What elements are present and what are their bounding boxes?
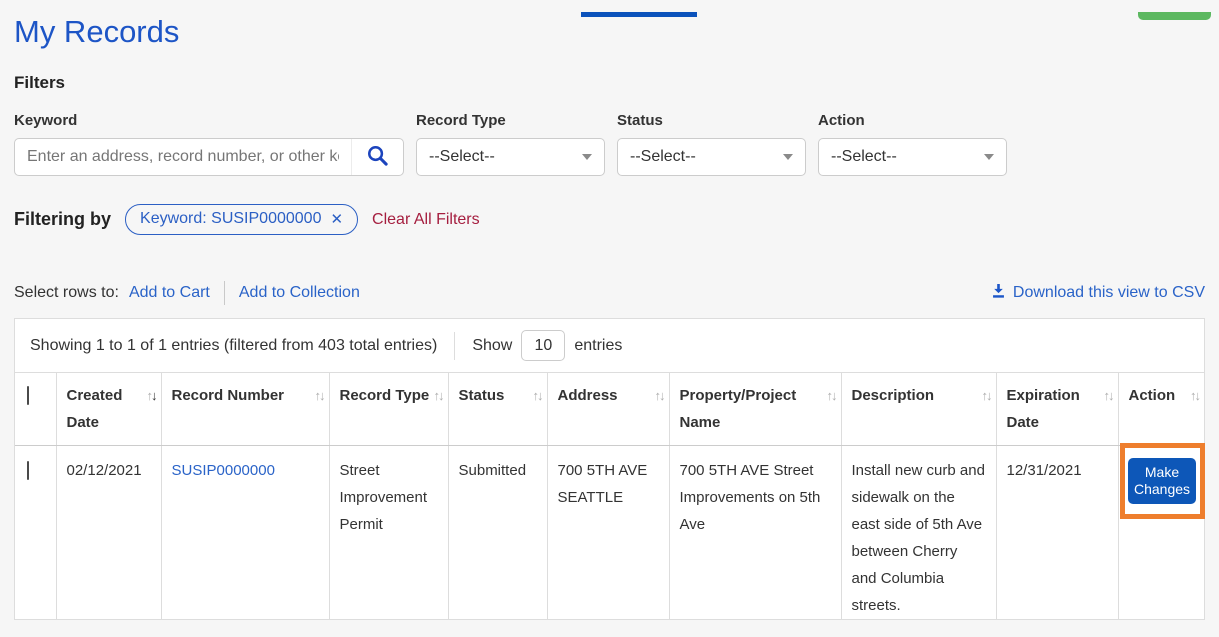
chevron-down-icon: [783, 154, 793, 160]
status-label: Status: [617, 112, 806, 129]
vertical-divider: [454, 332, 455, 360]
sort-icon[interactable]: ↑↓: [655, 382, 664, 409]
bulk-actions-row: Select rows to: Add to Cart Add to Colle…: [14, 281, 1205, 305]
download-csv-link[interactable]: Download this view to CSV: [991, 283, 1205, 304]
column-header-description[interactable]: Description ↑↓: [841, 373, 996, 445]
table-header-row: Created Date ↑↓ Record Number ↑↓ Record …: [15, 373, 1204, 445]
download-icon: [991, 283, 1006, 304]
column-header-created-date[interactable]: Created Date ↑↓: [56, 373, 161, 445]
close-icon[interactable]: ✕: [330, 212, 343, 227]
record-type-label: Record Type: [416, 112, 605, 129]
filter-controls-row: Keyword Record Type --Select--: [14, 112, 1205, 176]
vertical-divider: [224, 281, 225, 305]
cell-status: Submitted: [448, 445, 547, 619]
search-button[interactable]: [351, 139, 403, 175]
top-right-button-partial[interactable]: [1138, 12, 1211, 20]
page-size-input[interactable]: [521, 330, 565, 361]
select-all-checkbox[interactable]: [27, 386, 29, 405]
entries-label: entries: [574, 337, 622, 355]
sort-icon[interactable]: ↑↓: [315, 382, 324, 409]
search-icon: [366, 144, 389, 170]
keyword-search-box: [14, 138, 404, 176]
sort-icon[interactable]: ↑↓: [434, 382, 443, 409]
select-rows-label: Select rows to:: [14, 284, 119, 302]
sort-icon[interactable]: ↑↓: [533, 382, 542, 409]
status-select-value: --Select--: [630, 148, 696, 166]
download-csv-label: Download this view to CSV: [1013, 284, 1205, 302]
record-type-select[interactable]: --Select--: [416, 138, 605, 176]
cell-record-type: Street Improvement Permit: [329, 445, 448, 619]
record-type-select-value: --Select--: [429, 148, 495, 166]
column-header-record-type[interactable]: Record Type ↑↓: [329, 373, 448, 445]
status-select[interactable]: --Select--: [617, 138, 806, 176]
active-tab-indicator[interactable]: [581, 12, 697, 17]
record-number-link[interactable]: SUSIP0000000: [172, 462, 275, 479]
add-to-collection-link[interactable]: Add to Collection: [239, 284, 360, 302]
action-select-value: --Select--: [831, 148, 897, 166]
keyword-filter-chip[interactable]: Keyword: SUSIP0000000 ✕: [125, 204, 358, 235]
cell-address: 700 5TH AVE SEATTLE: [547, 445, 669, 619]
column-header-address[interactable]: Address ↑↓: [547, 373, 669, 445]
active-filters-row: Filtering by Keyword: SUSIP0000000 ✕ Cle…: [14, 204, 1205, 235]
highlight-annotation: Make Changes: [1120, 443, 1205, 519]
chevron-down-icon: [582, 154, 592, 160]
main-content: My Records Filters Keyword Record Type: [0, 12, 1219, 620]
sort-icon[interactable]: ↑↓: [1104, 382, 1113, 409]
sort-icon[interactable]: ↑↓: [147, 382, 156, 409]
table-row: 02/12/2021 SUSIP0000000 Street Improveme…: [15, 445, 1204, 619]
cell-created-date: 02/12/2021: [56, 445, 161, 619]
sort-icon[interactable]: ↑↓: [827, 382, 836, 409]
filter-chip-text: Keyword: SUSIP0000000: [140, 210, 321, 228]
filtering-by-label: Filtering by: [14, 209, 111, 230]
column-header-record-number[interactable]: Record Number ↑↓: [161, 373, 329, 445]
cell-action: Make Changes: [1118, 445, 1204, 619]
clear-all-filters-link[interactable]: Clear All Filters: [372, 211, 480, 229]
sort-icon[interactable]: ↑↓: [982, 382, 991, 409]
cell-description: Install new curb and sidewalk on the eas…: [841, 445, 996, 619]
page-title: My Records: [14, 12, 1205, 52]
table-info-bar: Showing 1 to 1 of 1 entries (filtered fr…: [15, 319, 1204, 373]
column-header-status[interactable]: Status ↑↓: [448, 373, 547, 445]
action-select[interactable]: --Select--: [818, 138, 1007, 176]
cell-property-name: 700 5TH AVE Street Improvements on 5th A…: [669, 445, 841, 619]
page-size-control: Show entries: [472, 330, 622, 361]
records-table: Created Date ↑↓ Record Number ↑↓ Record …: [15, 373, 1204, 619]
chevron-down-icon: [984, 154, 994, 160]
cell-expiration-date: 12/31/2021: [996, 445, 1118, 619]
records-table-container: Showing 1 to 1 of 1 entries (filtered fr…: [14, 318, 1205, 620]
status-filter-group: Status --Select--: [617, 112, 806, 176]
keyword-label: Keyword: [14, 112, 404, 129]
filters-heading: Filters: [14, 73, 1205, 93]
keyword-input[interactable]: [15, 139, 351, 175]
column-header-property-name[interactable]: Property/Project Name ↑↓: [669, 373, 841, 445]
show-label: Show: [472, 337, 512, 355]
row-checkbox[interactable]: [27, 461, 29, 480]
keyword-filter-group: Keyword: [14, 112, 404, 176]
sort-icon[interactable]: ↑↓: [1190, 382, 1199, 409]
action-label: Action: [818, 112, 1007, 129]
bulk-action-links: Select rows to: Add to Cart Add to Colle…: [14, 281, 360, 305]
showing-entries-text: Showing 1 to 1 of 1 entries (filtered fr…: [30, 337, 437, 355]
add-to-cart-link[interactable]: Add to Cart: [129, 284, 210, 302]
column-header-action[interactable]: Action ↑↓: [1118, 373, 1204, 445]
column-header-expiration-date[interactable]: Expiration Date ↑↓: [996, 373, 1118, 445]
action-filter-group: Action --Select--: [818, 112, 1007, 176]
make-changes-button[interactable]: Make Changes: [1128, 458, 1196, 504]
record-type-filter-group: Record Type --Select--: [416, 112, 605, 176]
